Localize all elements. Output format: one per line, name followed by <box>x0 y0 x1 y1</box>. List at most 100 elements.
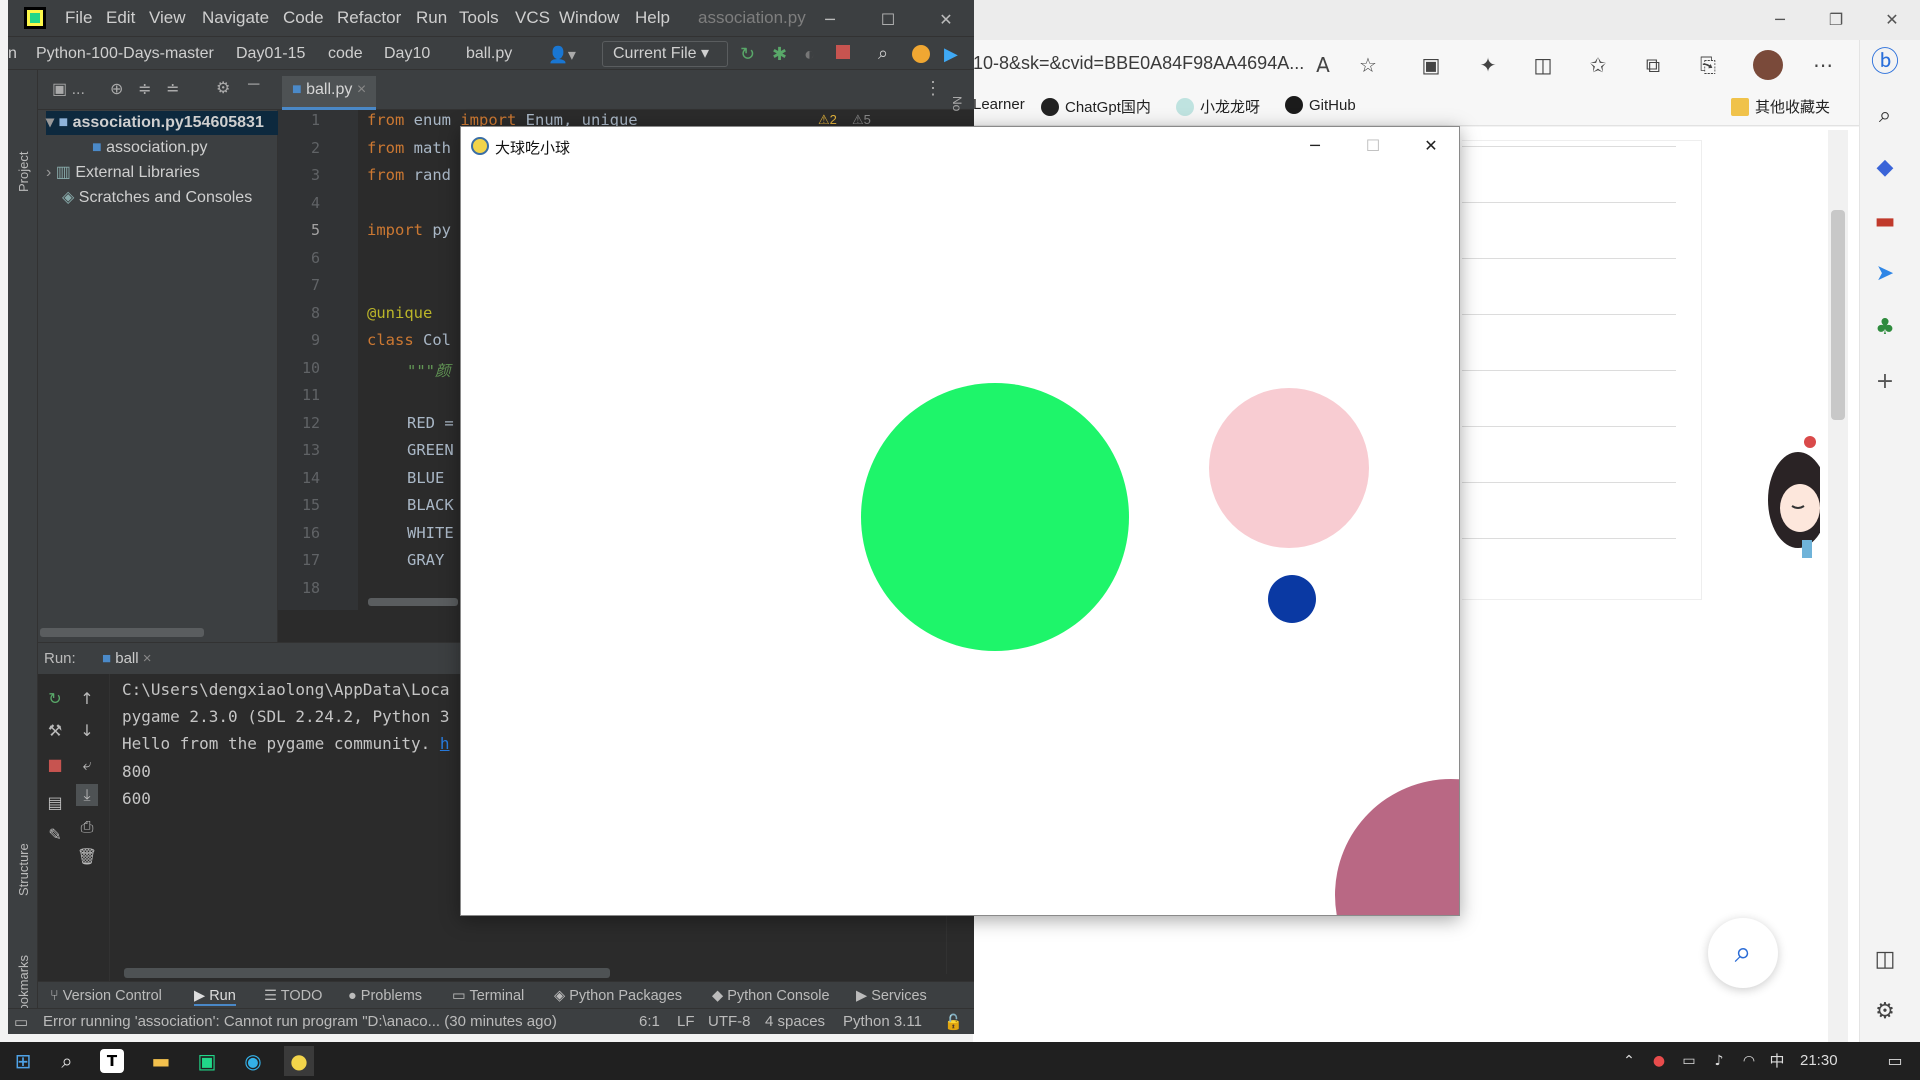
console-scrollbar[interactable] <box>124 968 610 978</box>
stop-icon[interactable] <box>836 45 850 59</box>
menu-run[interactable]: Run <box>416 8 447 28</box>
settings-icon[interactable]: ⚙ <box>1867 994 1903 1030</box>
update-icon[interactable] <box>912 45 930 63</box>
tab-ball-py[interactable]: ■ ball.py × <box>282 76 377 110</box>
maximize-icon[interactable]: ☐ <box>1361 134 1385 158</box>
favorite-site[interactable]: 小龙龙呀 <box>1176 96 1260 117</box>
project-scrollbar[interactable] <box>40 628 204 637</box>
network-icon[interactable]: ◠ <box>1734 1046 1764 1076</box>
collapse-all-icon[interactable]: ≐ <box>166 79 179 99</box>
gear-icon[interactable]: ⚙ <box>216 78 230 98</box>
history-icon[interactable]: ⎘ <box>1693 50 1723 80</box>
menu-window[interactable]: Window <box>559 8 619 28</box>
menu-tools[interactable]: Tools <box>459 8 499 28</box>
windows-start-icon[interactable]: ⊞ <box>8 1046 38 1076</box>
console-link[interactable]: h <box>440 734 450 753</box>
notifications-tool-label[interactable]: No <box>950 96 964 111</box>
locate-icon[interactable]: ⊕ <box>110 79 123 99</box>
close-icon[interactable]: × <box>357 81 366 98</box>
menu-refactor[interactable]: Refactor <box>337 8 401 28</box>
maximize-icon[interactable]: ☐ <box>876 8 900 32</box>
run-tab-ball[interactable]: ■ ball × <box>102 650 152 667</box>
menu-view[interactable]: View <box>149 8 186 28</box>
rerun-icon[interactable]: ↻ <box>740 44 755 65</box>
restore-icon[interactable]: ❐ <box>1824 8 1848 32</box>
menu-edit[interactable]: Edit <box>106 8 135 28</box>
minimize-icon[interactable]: ─ <box>1303 134 1327 158</box>
code-line[interactable]: class Col <box>367 331 451 349</box>
tree-root[interactable]: ▾ ■ association.py154605831 <box>46 111 278 135</box>
print-icon[interactable]: ⎙ <box>76 816 98 838</box>
layout-icon[interactable]: ▤ <box>44 792 66 814</box>
code-line[interactable]: BLUE <box>407 469 444 487</box>
menu-help[interactable]: Help <box>635 8 670 28</box>
rerun-icon[interactable]: ↻ <box>44 688 66 710</box>
code-line[interactable]: from rand <box>367 166 451 184</box>
stop-icon[interactable]: ■ <box>44 754 66 776</box>
scroll-to-end-icon[interactable]: ⤓ <box>76 784 98 806</box>
battery-icon[interactable]: ▭ <box>1674 1046 1704 1076</box>
tree-scratches[interactable]: ◈ Scratches and Consoles <box>62 186 252 210</box>
qq-icon[interactable]: ● <box>1644 1046 1674 1076</box>
code-line[interactable]: """颜 <box>407 359 451 381</box>
tree-file[interactable]: ■ association.py <box>92 136 208 160</box>
code-line[interactable]: GREEN <box>407 441 454 459</box>
menu-navigate[interactable]: Navigate <box>202 8 269 28</box>
add-favorite-icon[interactable]: ☆ <box>1353 50 1383 80</box>
breadcrumb-item[interactable]: Day10 <box>384 45 430 63</box>
hide-icon[interactable]: ─ <box>248 76 259 94</box>
tool-tab-python-console[interactable]: ◆ Python Console <box>712 988 830 1004</box>
pycharm-taskbar-icon[interactable]: ▣ <box>192 1046 222 1076</box>
favorite-other-folder[interactable]: 其他收藏夹 <box>1731 96 1830 117</box>
favorite-chatgpt[interactable]: ChatGpt国内 <box>1041 96 1151 117</box>
more-icon[interactable]: ⋮ <box>924 78 942 99</box>
tool-tab-terminal[interactable]: ▭ Terminal <box>452 988 524 1004</box>
soft-wrap-icon[interactable]: ⤶ <box>76 754 98 776</box>
notification-icon[interactable]: ▭ <box>1880 1046 1910 1076</box>
edge-icon[interactable]: ◉ <box>238 1046 268 1076</box>
breadcrumb-item[interactable]: Day01-15 <box>236 45 305 63</box>
sidebar-toggle-icon[interactable]: ◫ <box>1867 942 1903 978</box>
status-panel-icon[interactable]: ▭ <box>14 1013 28 1031</box>
expand-all-icon[interactable]: ≑ <box>138 79 151 99</box>
python-interpreter[interactable]: Python 3.11 <box>843 1013 922 1030</box>
indent-setting[interactable]: 4 spaces <box>765 1013 825 1030</box>
debug-icon[interactable]: ✱ <box>772 44 787 65</box>
address-bar[interactable]: 10-8&sk=&cvid=BBE0A84F98AA4694A... <box>973 53 1304 74</box>
shopping-icon[interactable]: ◆ <box>1867 150 1903 186</box>
tool-tab-services[interactable]: ▶ Services <box>856 988 927 1004</box>
favorite-learner[interactable]: Learner <box>973 96 1025 113</box>
pin-icon[interactable]: ✎ <box>44 824 66 846</box>
code-line[interactable]: WHITE <box>407 524 454 542</box>
project-view-icon[interactable]: ▣ ... <box>52 79 85 99</box>
lock-icon[interactable]: 🔓 <box>944 1013 963 1031</box>
close-icon[interactable]: ✕ <box>934 8 958 32</box>
editor-scrollbar[interactable] <box>368 598 458 606</box>
favorite-github[interactable]: GitHub <box>1285 96 1356 114</box>
extension-icon[interactable]: ▣ <box>1416 50 1446 80</box>
split-screen-icon[interactable]: ◫ <box>1528 50 1558 80</box>
tray-expand-icon[interactable]: ⌃ <box>1614 1046 1644 1076</box>
typora-icon[interactable]: T <box>100 1049 124 1073</box>
tree-external-libraries[interactable]: › ▥ External Libraries <box>46 161 200 185</box>
close-icon[interactable]: ✕ <box>1419 134 1443 158</box>
code-line[interactable]: GRAY <box>407 551 444 569</box>
pygame-window[interactable]: 大球吃小球 ─ ☐ ✕ <box>460 126 1460 916</box>
collections-icon[interactable]: ⧉ <box>1638 50 1668 80</box>
code-line[interactable]: BLACK <box>407 496 454 514</box>
code-line[interactable]: from math <box>367 139 451 157</box>
status-message[interactable]: Error running 'association': Cannot run … <box>43 1013 557 1030</box>
game-canvas[interactable] <box>461 165 1459 915</box>
add-icon[interactable]: + <box>1867 364 1903 400</box>
code-line[interactable]: @unique <box>367 304 432 322</box>
extensions-icon[interactable]: ✦ <box>1473 50 1503 80</box>
breadcrumb-item[interactable]: code <box>328 45 363 63</box>
ai-assistant-icon[interactable]: ▶ <box>944 44 958 65</box>
coverage-icon[interactable]: ◐ <box>804 44 815 65</box>
scrollbar-thumb[interactable] <box>1831 210 1845 420</box>
scroll-up-icon[interactable]: ↑ <box>76 688 98 710</box>
wrench-icon[interactable]: ⚒ <box>44 720 66 742</box>
run-config-select[interactable]: Current File ▾ <box>602 41 728 67</box>
clock[interactable]: 21:30 <box>1800 1052 1838 1069</box>
more-menu-icon[interactable]: ⋯ <box>1808 50 1838 80</box>
